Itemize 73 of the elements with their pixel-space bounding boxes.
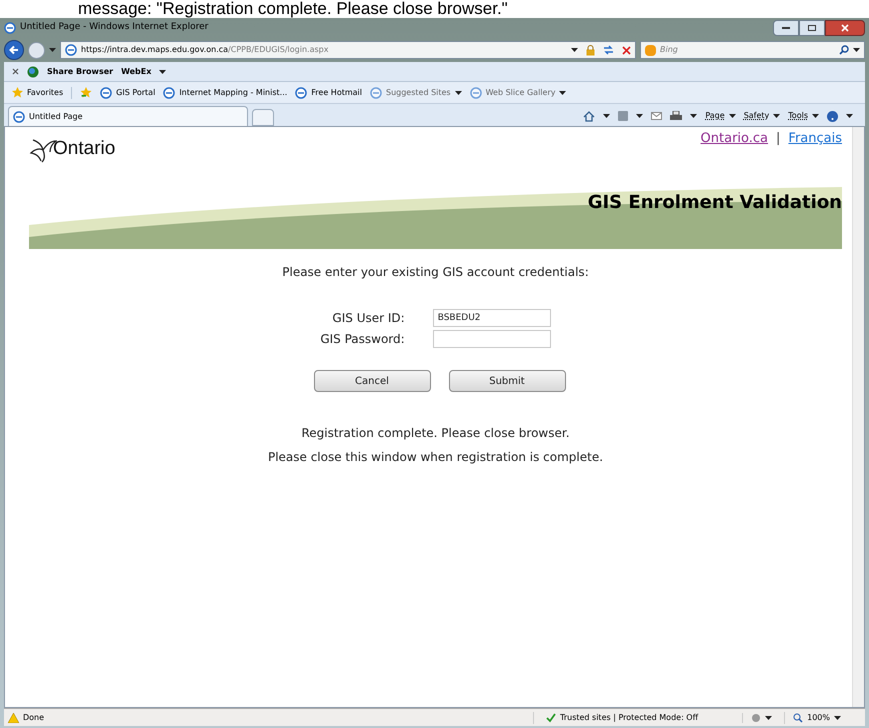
maximize-button[interactable] <box>799 20 825 36</box>
text-field[interactable]: BSBEDU2 <box>432 309 551 327</box>
stop-icon <box>622 46 631 54</box>
french-link[interactable]: Français <box>788 129 842 148</box>
favorite-link[interactable]: Web Slice Gallery <box>470 86 566 98</box>
printer-icon[interactable] <box>670 110 682 122</box>
caret-icon <box>846 114 853 118</box>
add-favorite-icon[interactable] <box>80 87 92 98</box>
caret-icon <box>765 716 772 720</box>
caret-icon <box>571 48 578 52</box>
url-text: https://intra.dev.maps.edu.gov.on.ca/CPPB/EDUGIS/login.aspx <box>81 44 328 56</box>
link-separator: | <box>776 130 780 148</box>
banner-title: GIS Enrolment Validation <box>588 191 842 215</box>
check-icon <box>546 712 556 722</box>
caret-icon <box>159 70 166 74</box>
status-message: Please close this window when registration is complete. <box>268 449 604 466</box>
caret-icon <box>773 114 780 118</box>
warning-icon <box>8 712 19 722</box>
magnifier-icon <box>793 712 804 722</box>
close-icon <box>841 24 849 32</box>
search-field[interactable]: Bing <box>660 44 835 56</box>
field-label: GIS Password: <box>320 331 405 348</box>
security-zone-text: Trusted sites | Protected Mode: Off <box>560 712 698 724</box>
caret-icon <box>49 48 56 52</box>
favorite-link[interactable]: Free Hotmail <box>295 86 362 98</box>
caret-icon <box>603 114 610 118</box>
home-icon[interactable] <box>583 110 596 122</box>
browser-tab[interactable]: Untitled Page <box>8 106 248 126</box>
text-field[interactable] <box>432 330 551 348</box>
favorite-link[interactable]: Suggested Sites <box>370 86 462 98</box>
status-message: Registration complete. Please close browser. <box>301 425 570 442</box>
caption-text: message: "Registration complete. Please close browser." <box>77 0 509 18</box>
refresh-icon <box>603 45 614 55</box>
toolbar-item[interactable]: Share Browser <box>47 66 114 78</box>
minimize-button[interactable] <box>773 20 799 36</box>
ontario-logo: Ontario <box>29 135 116 164</box>
star-icon <box>12 87 23 98</box>
command-menu[interactable]: Safety <box>744 110 780 122</box>
caret-icon <box>559 90 566 94</box>
command-menu[interactable]: Page <box>705 110 736 122</box>
search-bar[interactable]: Bing <box>640 41 865 59</box>
zoom-control[interactable]: 100% <box>784 712 849 724</box>
close-button[interactable] <box>825 20 865 36</box>
search-provider-icon <box>645 44 656 56</box>
globe-icon <box>27 66 39 78</box>
caret-icon <box>812 114 819 118</box>
caret-icon <box>454 90 462 94</box>
search-icon <box>839 45 849 55</box>
caret-icon <box>690 114 698 118</box>
toolbar-item[interactable]: WebEx <box>121 66 152 78</box>
window-title: Untitled Page - Windows Internet Explorer <box>20 21 208 34</box>
favorites-button[interactable]: Favorites <box>12 86 72 98</box>
back-arrow-icon <box>9 45 19 55</box>
favorite-link[interactable]: Internet Mapping - Minist... <box>163 86 288 98</box>
mail-icon[interactable] <box>651 112 662 120</box>
command-menu[interactable]: Tools <box>788 110 819 122</box>
intro-text: Please enter your existing GIS account credentials: <box>282 264 589 281</box>
forward-button[interactable] <box>28 42 45 58</box>
back-button[interactable] <box>4 40 24 60</box>
field-label: GIS User ID: <box>331 310 405 327</box>
address-field[interactable]: https://intra.dev.maps.edu.gov.on.ca/CPPB/EDUGIS/login.aspx <box>60 41 636 59</box>
caret-icon <box>834 716 841 720</box>
form-button[interactable]: Submit <box>448 370 566 392</box>
status-text: Done <box>23 712 44 724</box>
caret-icon <box>636 114 644 118</box>
scrollbar[interactable] <box>852 127 864 707</box>
form-button[interactable]: Cancel <box>314 370 430 392</box>
favorite-link[interactable]: GIS Portal <box>100 86 156 98</box>
ontario-link[interactable]: Ontario.ca <box>700 129 768 148</box>
close-toolbar-icon[interactable] <box>12 68 19 75</box>
lock-icon <box>586 44 595 56</box>
caret-icon <box>853 48 860 52</box>
caret-icon <box>728 114 736 118</box>
